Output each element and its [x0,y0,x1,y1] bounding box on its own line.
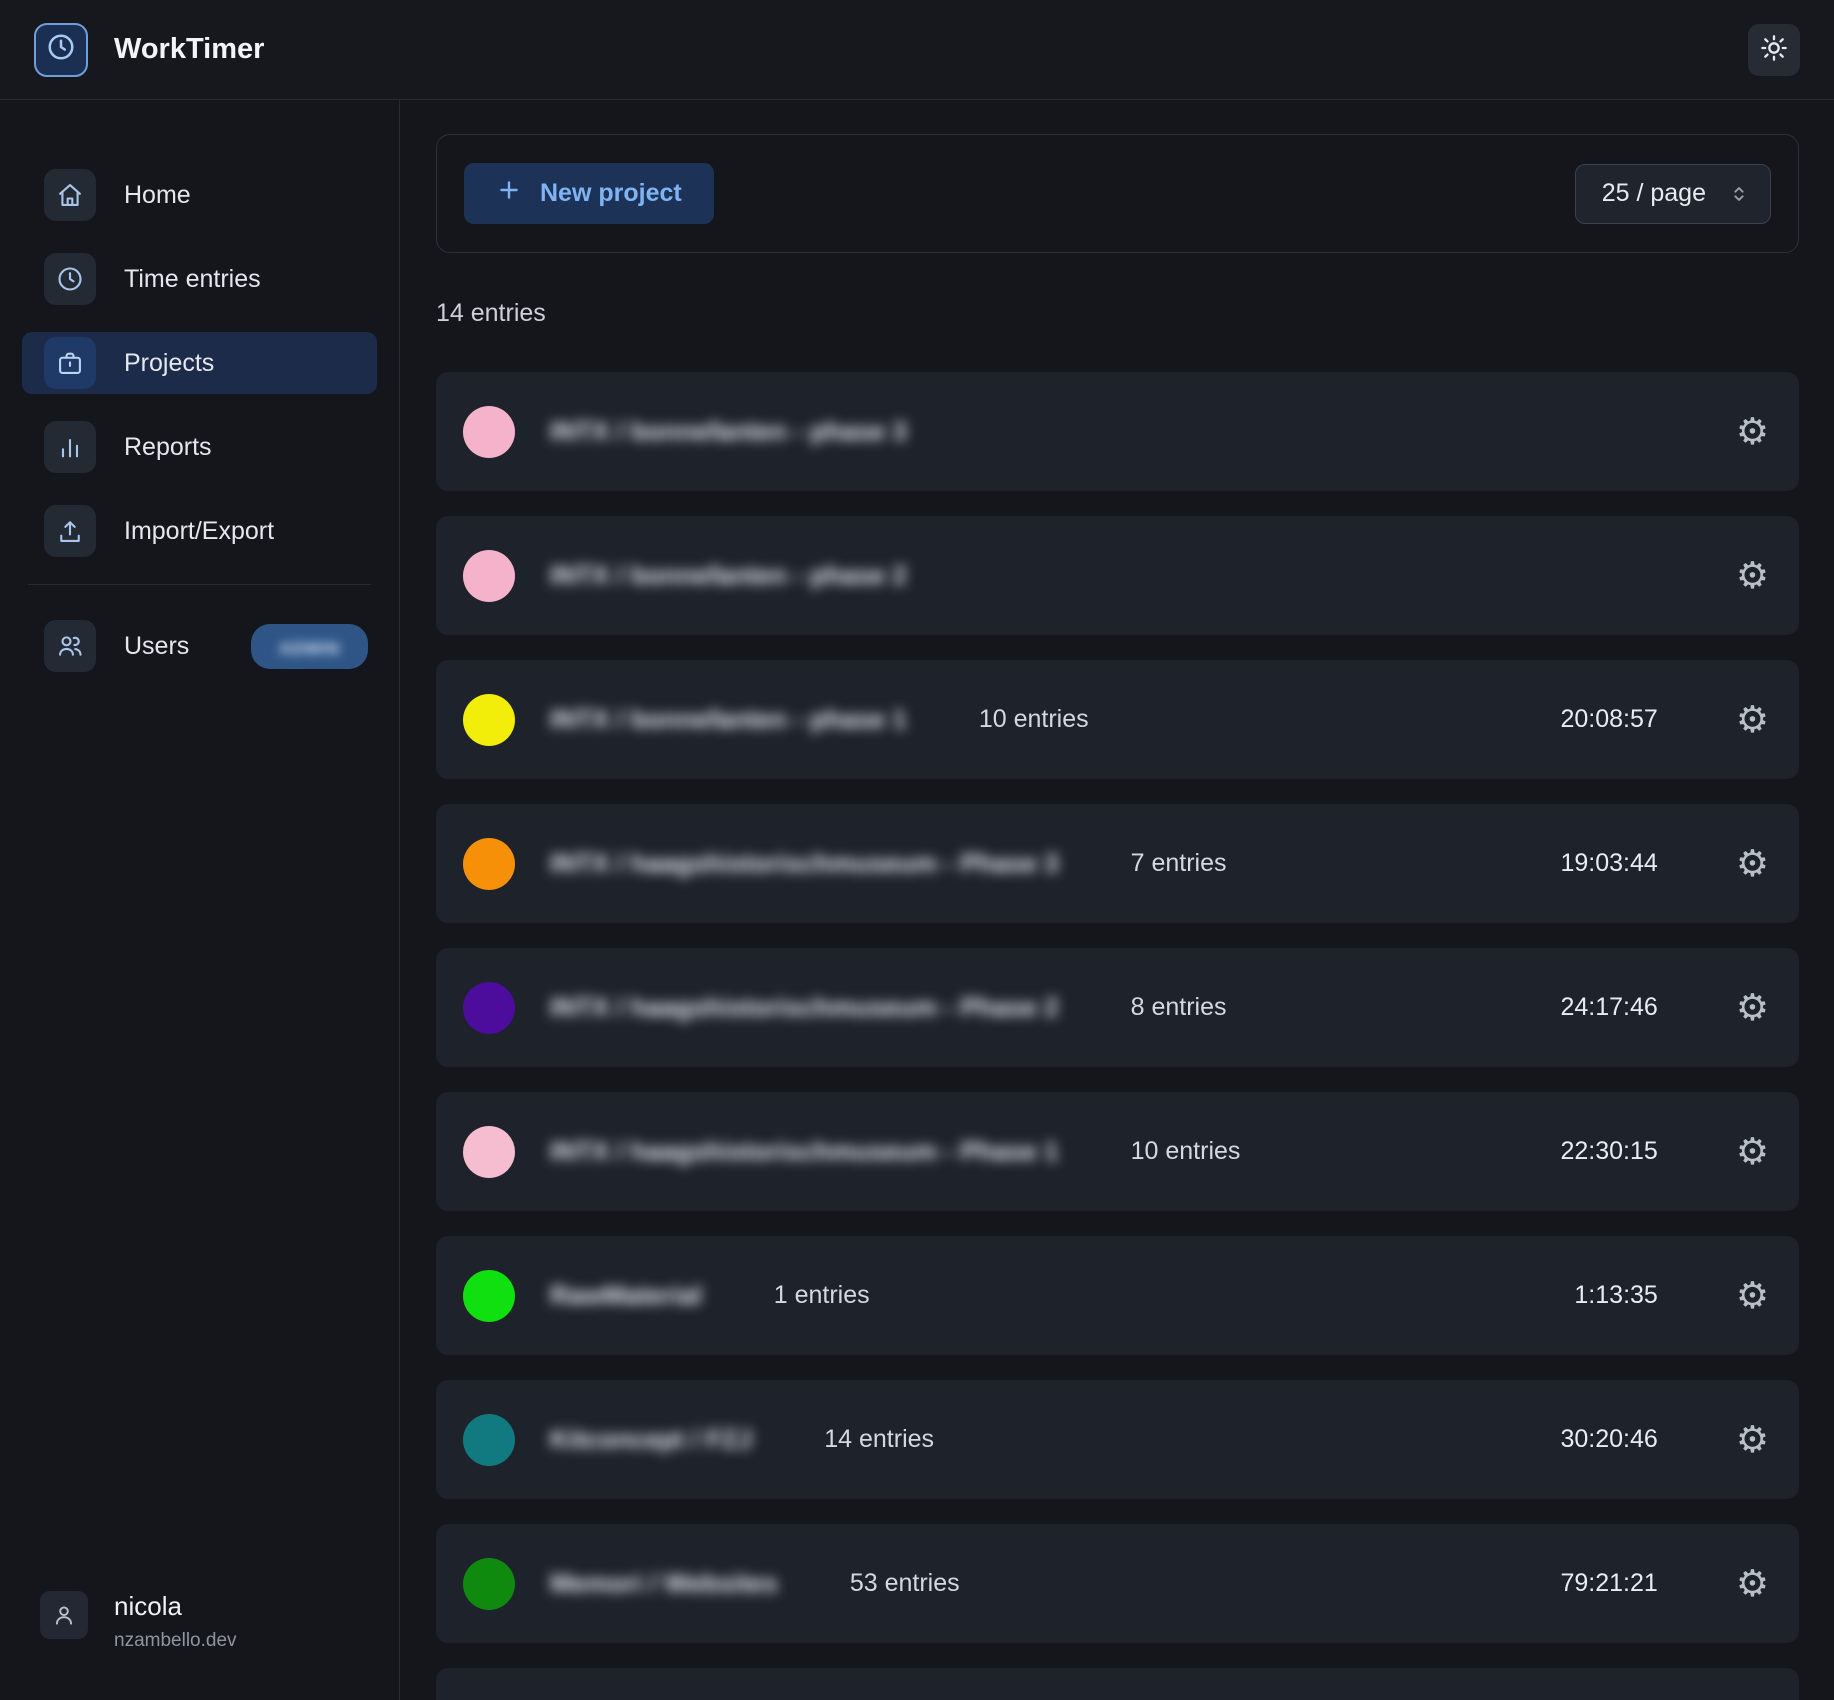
settings-gear-icon[interactable]: ⚙ [1736,1421,1769,1458]
project-row[interactable]: Memori / Websites 53 entries 79:21:21 ⚙ [436,1524,1799,1643]
sidebar-item-label: Reports [124,433,212,462]
projects-list: INTX / bonnefanten - phase 3 ⚙ INTX / bo… [436,372,1799,1700]
bar-chart-icon [44,421,96,473]
new-project-button[interactable]: New project [464,163,714,224]
project-color-dot [463,1126,515,1178]
project-row[interactable]: INTX / bonnefanten - phase 3 ⚙ [436,372,1799,491]
sidebar-item-time-entries[interactable]: Time entries [22,248,377,310]
settings-gear-icon[interactable]: ⚙ [1736,557,1769,594]
project-row[interactable]: INTX / haagshistorischmuseum - Phase 1 1… [436,1092,1799,1211]
project-total-time: 20:08:57 [1561,705,1658,734]
sidebar-item-label: Time entries [124,265,261,294]
project-color-dot [463,1270,515,1322]
project-row[interactable]: INTX / bonnefanten - phase 1 10 entries … [436,660,1799,779]
project-name: INTX / haagshistorischmuseum - Phase 2 [550,992,1059,1023]
project-name: INTX / haagshistorischmuseum - Phase 1 [550,1136,1059,1167]
settings-gear-icon[interactable]: ⚙ [1736,413,1769,450]
current-user[interactable]: nicola nzambello.dev [40,1591,237,1652]
project-row[interactable]: INTX / haagshistorischmuseum - Phase 2 8… [436,948,1799,1067]
user-avatar-icon [40,1591,88,1639]
project-entries-count: 10 entries [1131,1137,1241,1166]
project-color-dot [463,550,515,602]
sidebar-item-projects[interactable]: Projects [22,332,377,394]
project-entries-count: 14 entries [824,1425,934,1454]
main-content: New project 25 / page 14 entries INTX / … [400,100,1834,1700]
project-total-time: 79:21:21 [1561,1569,1658,1598]
sidebar: Home Time entries Projects Reports Impor [0,100,400,1700]
project-color-dot [463,406,515,458]
home-icon [44,169,96,221]
clock-icon [44,253,96,305]
settings-gear-icon[interactable]: ⚙ [1736,1277,1769,1314]
project-row[interactable]: INTX / haagshistorischmuseum - Phase 3 7… [436,804,1799,923]
settings-gear-icon[interactable]: ⚙ [1736,845,1769,882]
project-total-time: 1:13:35 [1574,1281,1657,1310]
chevron-up-down-icon [1728,183,1750,205]
projects-toolbar: New project 25 / page [436,134,1799,253]
sun-icon [1760,34,1788,65]
project-color-dot [463,694,515,746]
sidebar-item-users[interactable]: Users ADMIN [22,615,377,677]
sidebar-item-label: Home [124,181,191,210]
settings-gear-icon[interactable]: ⚙ [1736,1133,1769,1170]
project-row[interactable] [436,1668,1799,1700]
project-name: INTX / haagshistorischmuseum - Phase 3 [550,848,1059,879]
project-entries-count: 10 entries [979,705,1089,734]
project-color-dot [463,838,515,890]
app-title: WorkTimer [114,33,264,66]
sidebar-item-label: Users [124,632,189,661]
project-entries-count: 8 entries [1131,993,1227,1022]
user-domain: nzambello.dev [114,1630,237,1652]
project-name: INTX / bonnefanten - phase 3 [550,416,907,447]
settings-gear-icon[interactable]: ⚙ [1736,701,1769,738]
project-name: Kitconcept / FZJ [550,1424,752,1455]
user-name: nicola [114,1591,237,1622]
sidebar-divider [28,584,371,585]
sidebar-item-label: Projects [124,349,214,378]
project-name: INTX / bonnefanten - phase 2 [550,560,907,591]
project-row[interactable]: INTX / bonnefanten - phase 2 ⚙ [436,516,1799,635]
project-row[interactable]: Kitconcept / FZJ 14 entries 30:20:46 ⚙ [436,1380,1799,1499]
users-icon [44,620,96,672]
entries-count-label: 14 entries [436,299,1799,328]
settings-gear-icon[interactable]: ⚙ [1736,1565,1769,1602]
page-size-select[interactable]: 25 / page [1575,164,1771,224]
plus-icon [496,177,522,210]
project-entries-count: 7 entries [1131,849,1227,878]
sidebar-item-label: Import/Export [124,517,274,546]
theme-toggle-button[interactable] [1748,24,1800,76]
project-entries-count: 1 entries [774,1281,870,1310]
project-color-dot [463,1414,515,1466]
project-row[interactable]: RawMaterial 1 entries 1:13:35 ⚙ [436,1236,1799,1355]
briefcase-icon [44,337,96,389]
project-entries-count: 53 entries [850,1569,960,1598]
admin-badge: ADMIN [251,624,368,669]
project-total-time: 19:03:44 [1561,849,1658,878]
project-name: RawMaterial [550,1280,702,1311]
project-name: Memori / Websites [550,1568,778,1599]
project-total-time: 22:30:15 [1561,1137,1658,1166]
project-total-time: 24:17:46 [1561,993,1658,1022]
project-color-dot [463,982,515,1034]
app-logo [34,23,88,77]
top-bar: WorkTimer [0,0,1834,100]
sidebar-item-home[interactable]: Home [22,164,377,226]
project-total-time: 30:20:46 [1561,1425,1658,1454]
clock-logo-icon [46,32,76,67]
sidebar-item-reports[interactable]: Reports [22,416,377,478]
upload-icon [44,505,96,557]
sidebar-item-import-export[interactable]: Import/Export [22,500,377,562]
settings-gear-icon[interactable]: ⚙ [1736,989,1769,1026]
project-color-dot [463,1558,515,1610]
project-name: INTX / bonnefanten - phase 1 [550,704,907,735]
